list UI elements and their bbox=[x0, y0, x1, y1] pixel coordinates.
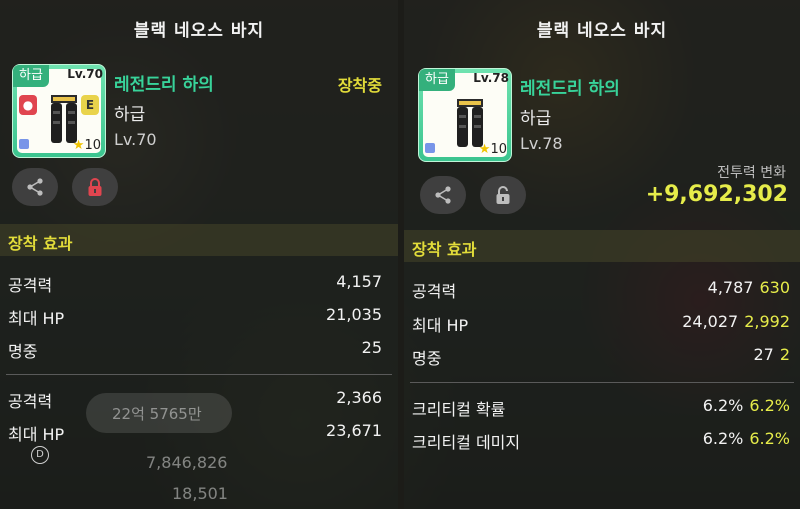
stat-label: 공격력 bbox=[8, 392, 53, 411]
unlock-icon bbox=[496, 186, 510, 204]
star-count-value: 10 bbox=[490, 142, 507, 157]
ghost-number: 18,501 bbox=[172, 484, 228, 503]
item-name: 레전드리 하의 bbox=[520, 79, 620, 99]
stat-value-group: 27 2 bbox=[753, 345, 790, 364]
item-icon-box[interactable]: 하급 Lv.70 ● E ★10 bbox=[12, 64, 106, 158]
item-title: 블랙 네오스 바지 bbox=[536, 21, 668, 41]
item-name: 레전드리 하의 bbox=[114, 75, 214, 95]
stat-diff: 2 bbox=[779, 345, 790, 364]
section-title: 장착 효과 bbox=[8, 234, 73, 253]
level-tab: Lv.70 bbox=[67, 67, 103, 81]
stat-value: 24,027 bbox=[682, 312, 739, 331]
stat-row: 명중 27 2 bbox=[404, 345, 800, 375]
stat-label: 공격력 bbox=[412, 282, 457, 301]
stat-label: 공격력 bbox=[8, 276, 53, 295]
stat-value: 21,035 bbox=[326, 305, 382, 324]
star-icon: ★ bbox=[478, 142, 491, 157]
stat-label: 크리티컬 데미지 bbox=[412, 433, 521, 452]
stat-diff: 6.2% bbox=[749, 396, 790, 415]
stat-value: 6.2% bbox=[702, 429, 744, 448]
grade-tab: 하급 bbox=[13, 65, 49, 87]
stat-value: 6.2% bbox=[702, 396, 744, 415]
unlock-button[interactable] bbox=[480, 176, 526, 214]
stat-value: 25 bbox=[361, 338, 382, 357]
stat-row: 공격력 4,157 bbox=[0, 272, 398, 302]
share-button[interactable] bbox=[420, 176, 466, 214]
star-icon: ★ bbox=[72, 138, 85, 153]
stat-row: 크리티컬 데미지 6.2% 6.2% bbox=[404, 429, 800, 459]
item-grade: 하급 bbox=[114, 105, 146, 125]
ghost-number: 7,846,826 bbox=[146, 453, 228, 472]
combat-power-label: 전투력 변화 bbox=[717, 165, 786, 181]
item-title: 블랙 네오스 바지 bbox=[133, 21, 265, 41]
item-level: Lv.78 bbox=[520, 134, 563, 153]
stat-row: 크리티컬 확률 6.2% 6.2% bbox=[404, 396, 800, 426]
stat-value: 27 bbox=[753, 345, 774, 364]
stat-label: 최대 HP bbox=[8, 425, 65, 444]
stat-label: 최대 HP bbox=[8, 309, 65, 328]
stat-value-group: 4,787 630 bbox=[708, 278, 790, 297]
share-icon bbox=[435, 186, 451, 204]
stat-diff: 630 bbox=[759, 278, 790, 297]
stat-value: 23,671 bbox=[326, 421, 382, 440]
equip-effect-header: 장착 효과 bbox=[404, 230, 800, 262]
combat-power-change: +9,692,302 bbox=[645, 182, 788, 207]
divider bbox=[410, 382, 794, 383]
item-level: Lv.70 bbox=[114, 130, 157, 149]
equip-effect-header: 장착 효과 bbox=[0, 224, 398, 256]
stat-diff: 2,992 bbox=[744, 312, 790, 331]
stat-label: 명중 bbox=[8, 342, 38, 361]
stat-value: 4,787 bbox=[707, 278, 754, 297]
stat-row: 공격력 4,787 630 bbox=[404, 278, 800, 308]
item-icon-box[interactable]: 하급 Lv.78 ★10 bbox=[418, 68, 512, 162]
star-count: ★10 bbox=[73, 138, 101, 153]
star-count: ★10 bbox=[479, 142, 507, 157]
level-tab: Lv.78 bbox=[473, 71, 509, 85]
stat-row: 명중 25 bbox=[0, 338, 398, 368]
share-icon bbox=[27, 178, 43, 196]
stat-value-group: 6.2% 6.2% bbox=[703, 429, 790, 448]
stat-value-group: 24,027 2,992 bbox=[682, 312, 790, 331]
stat-value-group: 6.2% 6.2% bbox=[703, 396, 790, 415]
stat-row: 최대 HP 21,035 bbox=[0, 305, 398, 335]
stat-label: 명중 bbox=[412, 349, 442, 368]
stat-value: 4,157 bbox=[336, 272, 382, 291]
share-button[interactable] bbox=[12, 168, 58, 206]
stat-row: 최대 HP 24,027 2,992 bbox=[404, 312, 800, 342]
stat-label: 크리티컬 확률 bbox=[412, 400, 506, 419]
lock-icon: ● bbox=[19, 95, 37, 115]
stat-label: 최대 HP bbox=[412, 316, 469, 335]
item-grade: 하급 bbox=[520, 109, 552, 129]
stat-diff: 6.2% bbox=[749, 429, 790, 448]
equipped-badge: E bbox=[81, 95, 99, 115]
set-marker-icon bbox=[425, 143, 435, 153]
stat-row: 공격력 2,366 bbox=[0, 388, 398, 418]
equipped-item-panel: 블랙 네오스 바지 하급 Lv.70 ● E ★10 레전드리 하의 하급 Lv… bbox=[0, 0, 398, 509]
star-count-value: 10 bbox=[84, 138, 101, 153]
pants-icon bbox=[51, 95, 77, 143]
lock-icon bbox=[88, 178, 102, 196]
ghost-d-badge: D bbox=[31, 446, 49, 464]
compare-item-panel: 블랙 네오스 바지 하급 Lv.78 ★10 레전드리 하의 하급 Lv.78 … bbox=[404, 0, 800, 509]
pants-icon bbox=[457, 99, 483, 147]
grade-tab: 하급 bbox=[419, 69, 455, 91]
set-marker-icon bbox=[19, 139, 29, 149]
lock-button[interactable] bbox=[72, 168, 118, 206]
divider bbox=[6, 374, 392, 375]
section-title: 장착 효과 bbox=[412, 240, 477, 259]
equipped-status: 장착중 bbox=[337, 76, 382, 95]
stat-value: 2,366 bbox=[336, 388, 382, 407]
stat-row: 최대 HP 23,671 bbox=[0, 421, 398, 451]
